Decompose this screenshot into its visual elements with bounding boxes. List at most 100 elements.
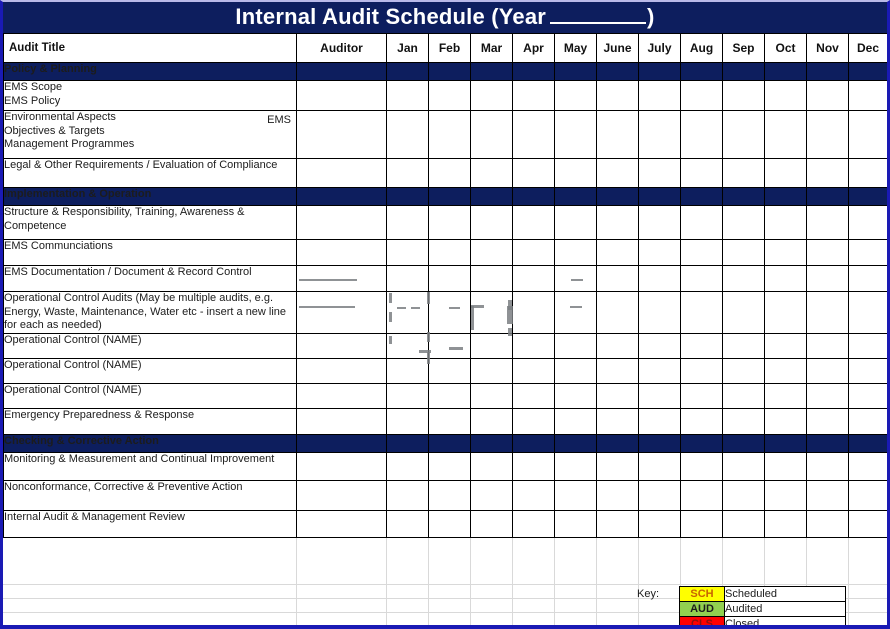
month-cell-oct[interactable] [764, 407, 807, 435]
month-cell-aug[interactable] [680, 205, 723, 240]
month-cell-oct[interactable] [764, 509, 807, 538]
month-cell-feb[interactable] [428, 479, 471, 511]
month-cell-june[interactable] [596, 332, 639, 359]
month-cell-aug[interactable] [680, 382, 723, 409]
auditor-cell[interactable] [296, 451, 387, 481]
month-cell-june[interactable] [596, 407, 639, 435]
month-cell-july[interactable] [638, 239, 681, 266]
month-cell-apr[interactable] [512, 158, 555, 188]
month-cell-feb[interactable] [428, 382, 471, 409]
month-cell-dec[interactable] [848, 382, 887, 409]
month-cell-july[interactable] [638, 110, 681, 159]
month-cell-mar[interactable] [470, 382, 513, 409]
month-cell-nov[interactable] [806, 239, 849, 266]
auditor-cell[interactable] [296, 479, 387, 511]
month-cell-mar[interactable] [470, 509, 513, 538]
month-cell-aug[interactable] [680, 291, 723, 334]
month-cell-nov[interactable] [806, 158, 849, 188]
month-cell-aug[interactable] [680, 357, 723, 384]
month-cell-nov[interactable] [806, 332, 849, 359]
month-cell-feb[interactable] [428, 509, 471, 538]
audit-title-cell[interactable]: EMS Communciations [3, 239, 297, 266]
month-cell-may[interactable] [554, 80, 597, 111]
month-cell-dec[interactable] [848, 357, 887, 384]
audit-title-cell[interactable]: Emergency Preparedness & Response [3, 407, 297, 435]
month-cell-dec[interactable] [848, 479, 887, 511]
month-cell-mar[interactable] [470, 291, 513, 334]
month-cell-mar[interactable] [470, 239, 513, 266]
month-cell-oct[interactable] [764, 158, 807, 188]
month-cell-dec[interactable] [848, 451, 887, 481]
month-cell-dec[interactable] [848, 110, 887, 159]
month-cell-nov[interactable] [806, 265, 849, 292]
month-cell-jan[interactable] [386, 239, 429, 266]
month-cell-jan[interactable] [386, 479, 429, 511]
month-cell-oct[interactable] [764, 479, 807, 511]
month-cell-apr[interactable] [512, 509, 555, 538]
month-cell-nov[interactable] [806, 407, 849, 435]
month-cell-oct[interactable] [764, 205, 807, 240]
month-cell-aug[interactable] [680, 239, 723, 266]
month-cell-may[interactable] [554, 357, 597, 384]
month-cell-sep[interactable] [722, 239, 765, 266]
month-cell-dec[interactable] [848, 291, 887, 334]
month-cell-oct[interactable] [764, 332, 807, 359]
month-cell-may[interactable] [554, 291, 597, 334]
month-cell-july[interactable] [638, 509, 681, 538]
month-cell-may[interactable] [554, 382, 597, 409]
month-cell-sep[interactable] [722, 158, 765, 188]
month-cell-sep[interactable] [722, 382, 765, 409]
month-cell-apr[interactable] [512, 382, 555, 409]
month-cell-mar[interactable] [470, 265, 513, 292]
month-cell-june[interactable] [596, 357, 639, 384]
month-cell-nov[interactable] [806, 382, 849, 409]
audit-title-cell[interactable]: Operational Control (NAME) [3, 332, 297, 359]
month-cell-june[interactable] [596, 239, 639, 266]
month-cell-nov[interactable] [806, 205, 849, 240]
month-cell-apr[interactable] [512, 291, 555, 334]
month-cell-jan[interactable] [386, 265, 429, 292]
month-cell-feb[interactable] [428, 239, 471, 266]
month-cell-aug[interactable] [680, 110, 723, 159]
month-cell-july[interactable] [638, 357, 681, 384]
month-cell-feb[interactable] [428, 451, 471, 481]
month-cell-nov[interactable] [806, 509, 849, 538]
month-cell-june[interactable] [596, 80, 639, 111]
month-cell-aug[interactable] [680, 265, 723, 292]
audit-title-cell[interactable]: Operational Control (NAME) [3, 357, 297, 384]
auditor-cell[interactable] [296, 357, 387, 384]
audit-title-cell[interactable]: Internal Audit & Management Review [3, 509, 297, 538]
month-cell-may[interactable] [554, 479, 597, 511]
month-cell-july[interactable] [638, 291, 681, 334]
month-cell-may[interactable] [554, 451, 597, 481]
month-cell-dec[interactable] [848, 407, 887, 435]
year-blank-underline[interactable] [550, 8, 647, 24]
month-cell-nov[interactable] [806, 451, 849, 481]
month-cell-feb[interactable] [428, 265, 471, 292]
month-cell-dec[interactable] [848, 509, 887, 538]
month-cell-june[interactable] [596, 479, 639, 511]
month-cell-dec[interactable] [848, 239, 887, 266]
month-cell-oct[interactable] [764, 291, 807, 334]
month-cell-sep[interactable] [722, 205, 765, 240]
month-cell-apr[interactable] [512, 205, 555, 240]
month-cell-july[interactable] [638, 479, 681, 511]
auditor-cell[interactable] [296, 158, 387, 188]
month-cell-oct[interactable] [764, 451, 807, 481]
month-cell-sep[interactable] [722, 265, 765, 292]
month-cell-may[interactable] [554, 509, 597, 538]
month-cell-may[interactable] [554, 158, 597, 188]
month-cell-feb[interactable] [428, 291, 471, 334]
month-cell-sep[interactable] [722, 451, 765, 481]
month-cell-july[interactable] [638, 205, 681, 240]
month-cell-mar[interactable] [470, 110, 513, 159]
month-cell-dec[interactable] [848, 80, 887, 111]
month-cell-mar[interactable] [470, 80, 513, 111]
month-cell-june[interactable] [596, 509, 639, 538]
month-cell-aug[interactable] [680, 80, 723, 111]
month-cell-july[interactable] [638, 332, 681, 359]
audit-title-cell[interactable]: Environmental Aspects Objectives & Targe… [3, 110, 297, 159]
month-cell-feb[interactable] [428, 158, 471, 188]
month-cell-june[interactable] [596, 382, 639, 409]
month-cell-jan[interactable] [386, 407, 429, 435]
